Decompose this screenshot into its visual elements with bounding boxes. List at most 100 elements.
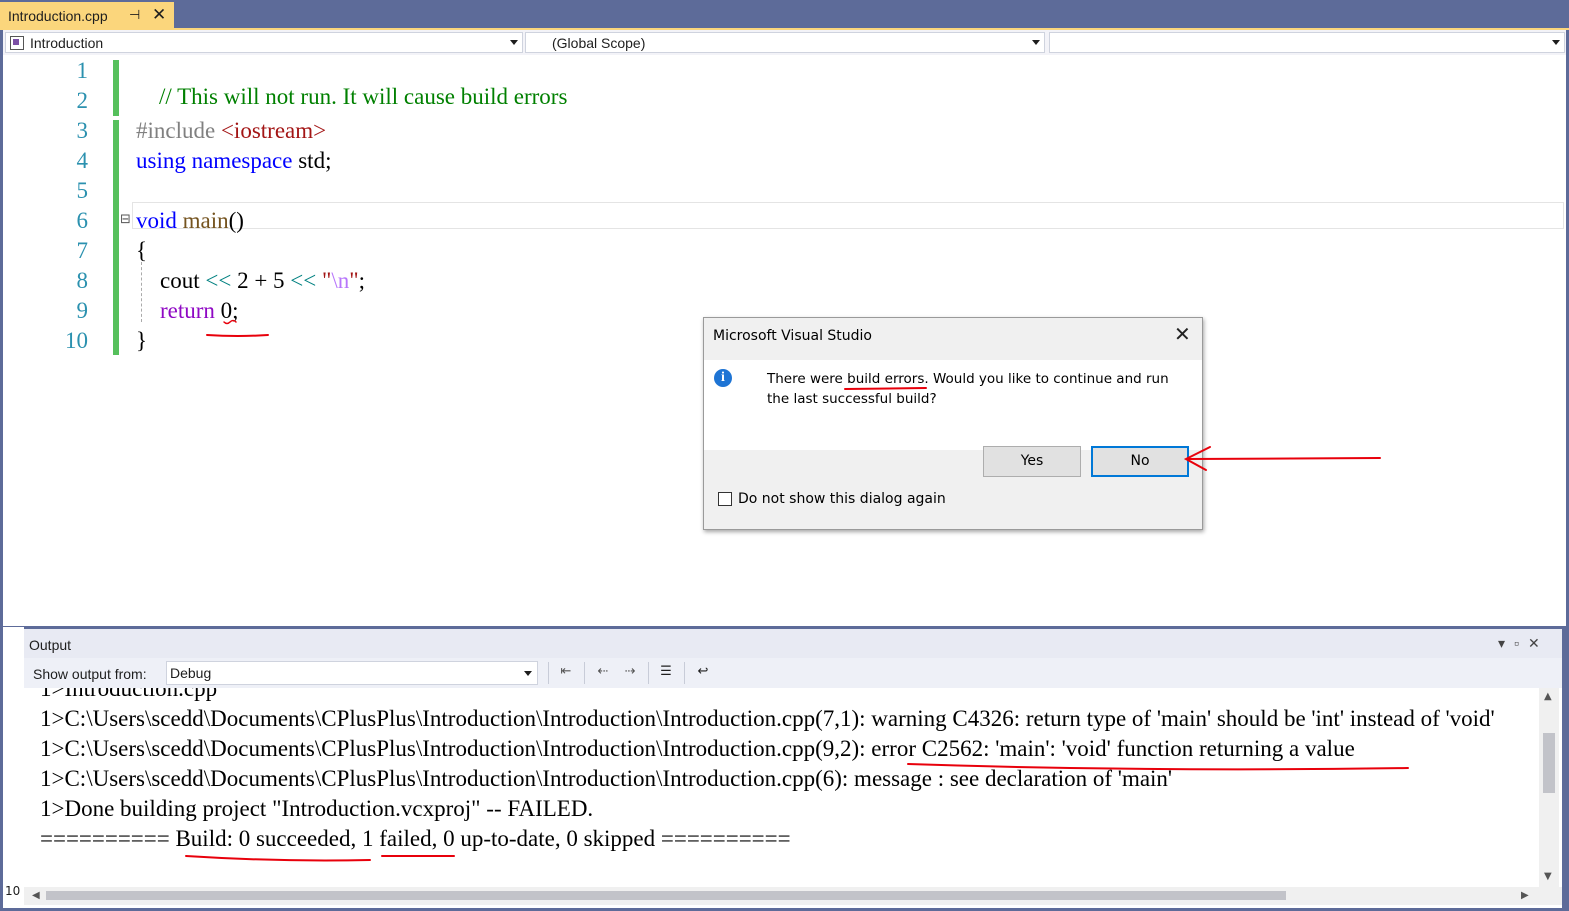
info-icon: i: [714, 369, 732, 387]
build-errors-dialog: Microsoft Visual Studio ✕ i There were b…: [703, 317, 1203, 530]
close-icon[interactable]: ✕: [1174, 322, 1191, 346]
scrollbar-thumb[interactable]: [46, 891, 1286, 900]
chevron-down-icon: [510, 40, 518, 45]
semicolon: ;: [358, 268, 366, 293]
toolbar-separator: [648, 662, 649, 684]
document-tab-bar: Introduction.cpp ⊣ ✕: [0, 0, 1569, 30]
zoom-level[interactable]: 10: [5, 884, 20, 898]
chevron-down-icon: [1032, 40, 1040, 45]
output-source-dropdown[interactable]: Debug: [166, 661, 538, 685]
project-dropdown[interactable]: Introduction: [5, 32, 523, 53]
line-number: 6: [76, 208, 89, 233]
scroll-down-icon[interactable]: ▼: [1544, 871, 1552, 882]
scrollbar-thumb[interactable]: [1543, 733, 1555, 793]
horizontal-scrollbar[interactable]: ◀ ▶: [24, 887, 1562, 905]
output-line: 1>C:\Users\scedd\Documents\CPlusPlus\Int…: [40, 736, 1355, 761]
dialog-message: There were build errors. Would you like …: [767, 371, 1169, 407]
toolbar-separator: [548, 662, 549, 684]
find-message-icon[interactable]: ⇤: [557, 664, 575, 682]
member-dropdown[interactable]: [1049, 32, 1565, 53]
tab-introduction-cpp[interactable]: Introduction.cpp ⊣ ✕: [0, 2, 174, 30]
identifier: cout: [160, 268, 206, 293]
scope-name: (Global Scope): [552, 35, 646, 51]
brace: {: [136, 238, 148, 263]
output-text-area[interactable]: 1>Introduction.cpp 1>C:\Users\scedd\Docu…: [24, 688, 1539, 887]
code-line-6: void main(): [136, 208, 244, 234]
operator: <<: [290, 268, 317, 293]
previous-message-icon[interactable]: ⇠: [594, 664, 612, 682]
identifier: std;: [292, 148, 332, 173]
project-name: Introduction: [30, 35, 104, 51]
dialog-body: i There were build errors. Would you lik…: [704, 360, 1202, 450]
output-toolbar: Show output from: Debug ⇤ ⇠ ⇢ ☰ ↩: [24, 658, 1562, 688]
pin-icon[interactable]: ⊣: [129, 7, 140, 23]
punctuation: (): [228, 208, 244, 233]
change-marker: [113, 60, 119, 116]
chevron-down-icon: [524, 671, 532, 676]
vertical-scrollbar[interactable]: ▲ ▼: [1539, 688, 1559, 887]
current-line-highlight: [132, 202, 1564, 229]
keyword: void: [136, 208, 177, 233]
project-icon: [10, 36, 24, 50]
navigation-bar: Introduction (Global Scope): [3, 30, 1566, 55]
escape-sequence: \n: [331, 268, 350, 293]
tab-label: Introduction.cpp: [8, 8, 108, 24]
function-name: main: [176, 208, 229, 233]
toolbar-separator: [684, 662, 685, 684]
output-window: Output ▾▫✕ Show output from: Debug ⇤ ⇠ ⇢…: [24, 627, 1562, 908]
do-not-show-checkbox[interactable]: [718, 492, 732, 506]
window-controls[interactable]: ▾▫✕: [1498, 635, 1549, 652]
scroll-right-icon[interactable]: ▶: [1521, 890, 1529, 901]
output-line: 1>Introduction.cpp: [40, 688, 218, 701]
chevron-down-icon: [1552, 40, 1560, 45]
clear-all-icon[interactable]: ☰: [657, 664, 675, 682]
code-line-10: }: [136, 328, 147, 354]
keyword: using namespace: [136, 148, 293, 173]
keyword-return: return: [160, 298, 215, 323]
output-line: ========== Build: 0 succeeded, 1 failed,…: [40, 826, 791, 851]
operator: <<: [205, 268, 232, 293]
line-number: 7: [76, 238, 89, 263]
string-quote: ": [349, 268, 359, 293]
next-message-icon[interactable]: ⇢: [621, 664, 639, 682]
scroll-left-icon[interactable]: ◀: [32, 890, 40, 901]
line-number: 9: [76, 298, 89, 323]
yes-button[interactable]: Yes: [983, 446, 1081, 477]
scroll-up-icon[interactable]: ▲: [1544, 691, 1552, 702]
code-line-3: #include <iostream>: [136, 118, 326, 144]
line-number: 3: [76, 118, 89, 143]
include-header: <iostream>: [220, 118, 327, 143]
toolbar-separator: [584, 662, 585, 684]
word-wrap-icon[interactable]: ↩: [694, 664, 712, 682]
code-line-9: return 0;: [160, 298, 239, 324]
return-value: 0;: [214, 298, 239, 323]
indent-guide: [141, 262, 143, 322]
left-gutter-strip: [3, 627, 24, 908]
string-quote: ": [316, 268, 332, 293]
expression: 2 + 5: [231, 268, 291, 293]
line-number: 1: [76, 58, 89, 83]
output-line: 1>C:\Users\scedd\Documents\CPlusPlus\Int…: [40, 706, 1495, 731]
no-button[interactable]: No: [1091, 446, 1189, 477]
checkbox-label[interactable]: Do not show this dialog again: [738, 491, 946, 507]
code-line-4: using namespace std;: [136, 148, 331, 174]
code-line-8: cout << 2 + 5 << "\n";: [160, 268, 365, 294]
output-line: 1>Done building project "Introduction.vc…: [40, 796, 594, 821]
line-number: 5: [76, 178, 89, 203]
line-number: 10: [65, 328, 88, 353]
collapse-icon[interactable]: ⊟: [120, 212, 131, 227]
code-line-7: {: [136, 238, 147, 264]
output-line: 1>C:\Users\scedd\Documents\CPlusPlus\Int…: [40, 766, 1173, 791]
line-number: 8: [76, 268, 89, 293]
change-marker: [113, 120, 119, 355]
line-number: 4: [76, 148, 89, 173]
brace: }: [136, 328, 148, 353]
show-output-from-label: Show output from:: [33, 666, 147, 682]
output-title-bar: Output ▾▫✕: [24, 627, 1562, 658]
scope-dropdown[interactable]: (Global Scope): [525, 32, 1045, 53]
close-icon[interactable]: ✕: [152, 5, 166, 25]
line-number: 2: [76, 88, 89, 113]
comment: // This will not run. It will cause buil…: [159, 84, 568, 109]
dialog-title: Microsoft Visual Studio: [713, 328, 872, 344]
output-title: Output: [29, 637, 72, 653]
